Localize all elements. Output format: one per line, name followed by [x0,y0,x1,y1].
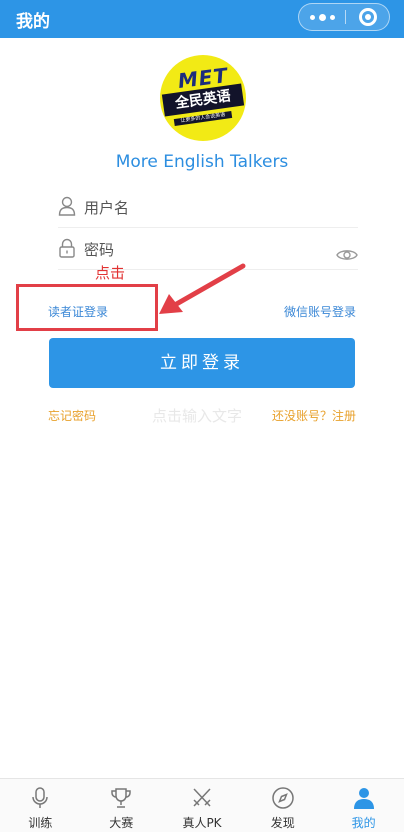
microphone-icon [32,787,49,808]
tab-training[interactable]: 训练 [0,779,81,832]
tab-label: 真人PK [182,816,222,830]
reader-card-login-link[interactable]: 读者证登录 [48,303,108,320]
lock-icon [59,238,75,258]
tab-discover[interactable]: 发现 [242,779,323,832]
register-link[interactable]: 还没账号？注册 [272,407,356,424]
dot-icon [329,14,335,20]
bottom-tab-bar: 训练 大赛 真人PK 发现 我的 [0,778,404,832]
tab-pk[interactable]: 真人PK [162,779,243,832]
close-mini-program-icon[interactable] [359,8,377,26]
title-bar: 我的 [0,0,404,38]
person-icon [353,788,374,809]
tab-contest[interactable]: 大赛 [81,779,162,832]
more-menu-button[interactable] [299,4,345,30]
tab-label: 我的 [351,816,376,830]
dot-icon [309,14,315,20]
watermark-text: 点击输入文字 [152,407,243,425]
app-logo: MET 全民英语 让更多的人会说英语 [160,55,246,141]
tab-label: 训练 [28,816,53,830]
username-field[interactable]: 用户名 [58,188,358,228]
wechat-login-link[interactable]: 微信账号登录 [284,303,356,320]
show-password-eye-icon[interactable] [336,244,358,266]
user-icon [58,196,76,216]
app-name: More English Talkers [115,152,289,172]
annotation-label: 点击 [95,264,126,282]
username-placeholder: 用户名 [84,199,130,217]
tab-label: 发现 [270,816,295,830]
page-title: 我的 [16,12,50,32]
crossed-swords-icon [193,788,211,807]
compass-icon [272,787,294,809]
trophy-icon [111,788,131,808]
forgot-password-link[interactable]: 忘记密码 [48,407,96,424]
annotation-arrow-icon [159,263,246,314]
tab-label: 大赛 [109,816,134,830]
password-placeholder: 密码 [84,241,115,259]
capsule-divider [345,10,346,24]
login-button[interactable]: 立即登录 [49,338,355,388]
mini-program-capsule [298,3,390,31]
tab-mine[interactable]: 我的 [323,779,404,832]
dot-icon [318,13,326,21]
